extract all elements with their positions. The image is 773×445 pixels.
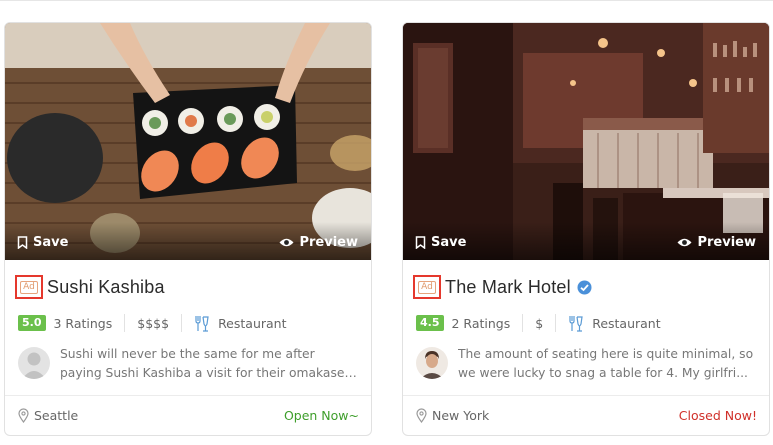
listing-meta-row: 5.0 3 Ratings $$$$ Restaurant (18, 313, 287, 333)
save-button[interactable]: Save (415, 235, 466, 250)
ad-badge: Ad (418, 280, 436, 294)
category[interactable]: Restaurant (568, 315, 661, 332)
listing-title[interactable]: The Mark Hotel (445, 277, 571, 298)
location-pin-icon (416, 408, 427, 423)
save-label: Save (431, 235, 467, 250)
price-level: $ (535, 315, 544, 331)
ratings-count[interactable]: 2 Ratings (452, 316, 511, 331)
meta-divider (124, 314, 126, 332)
preview-button[interactable]: Preview (279, 235, 358, 250)
location[interactable]: Seattle (18, 408, 78, 423)
save-button[interactable]: Save (17, 235, 68, 250)
reviewer-avatar (416, 347, 448, 379)
meta-divider (555, 314, 557, 332)
reviewer-avatar (18, 347, 50, 379)
category-label: Restaurant (592, 315, 661, 331)
listing-photo[interactable]: Save Preview (403, 23, 769, 260)
listing-card-sushi-kashiba[interactable]: Save Preview Ad Sushi Kashiba 5.0 3 Rati… (4, 22, 372, 436)
listing-card-the-mark-hotel[interactable]: Save Preview Ad The Mark Hotel 4.5 2 Rat… (402, 22, 770, 436)
preview-label: Preview (697, 235, 756, 250)
restaurant-icon (195, 315, 209, 332)
listing-footer: Seattle Open Now~ (5, 395, 371, 435)
listing-footer: New York Closed Now! (403, 395, 769, 435)
meta-divider (522, 314, 524, 332)
ad-badge: Ad (20, 280, 38, 294)
category-label: Restaurant (218, 315, 287, 331)
listing-title-row: Ad Sushi Kashiba (15, 273, 165, 301)
review-snippet: The amount of seating here is quite mini… (416, 345, 757, 383)
listing-title[interactable]: Sushi Kashiba (47, 277, 165, 298)
location[interactable]: New York (416, 408, 489, 423)
closed-status: Closed Now! (678, 408, 757, 423)
listing-meta-row: 4.5 2 Ratings $ Restaurant (416, 313, 661, 333)
price-level: $$$$ (137, 315, 170, 331)
open-status: Open Now~ (283, 408, 359, 423)
listing-title-row: Ad The Mark Hotel (413, 273, 592, 301)
ratings-count[interactable]: 3 Ratings (54, 316, 113, 331)
preview-button[interactable]: Preview (677, 235, 756, 250)
meta-divider (181, 314, 183, 332)
bookmark-icon (415, 236, 426, 249)
eye-icon (279, 238, 294, 247)
top-divider (0, 0, 773, 1)
eye-icon (677, 238, 692, 247)
photo-actions-bar: Save Preview (403, 222, 769, 260)
ad-highlight-box: Ad (413, 275, 441, 299)
rating-badge: 4.5 (416, 315, 444, 331)
preview-label: Preview (299, 235, 358, 250)
rating-badge: 5.0 (18, 315, 46, 331)
listing-photo[interactable]: Save Preview (5, 23, 371, 260)
review-text: The amount of seating here is quite mini… (458, 347, 754, 380)
location-label: New York (432, 408, 490, 423)
bookmark-icon (17, 236, 28, 249)
review-snippet: Sushi will never be the same for me afte… (18, 345, 359, 383)
restaurant-icon (569, 315, 583, 332)
review-text: Sushi will never be the same for me afte… (60, 347, 349, 380)
category[interactable]: Restaurant (194, 315, 287, 332)
ad-highlight-box: Ad (15, 275, 43, 299)
verified-check-icon (577, 280, 592, 294)
photo-actions-bar: Save Preview (5, 222, 371, 260)
location-pin-icon (18, 408, 29, 423)
save-label: Save (33, 235, 69, 250)
location-label: Seattle (34, 408, 79, 423)
